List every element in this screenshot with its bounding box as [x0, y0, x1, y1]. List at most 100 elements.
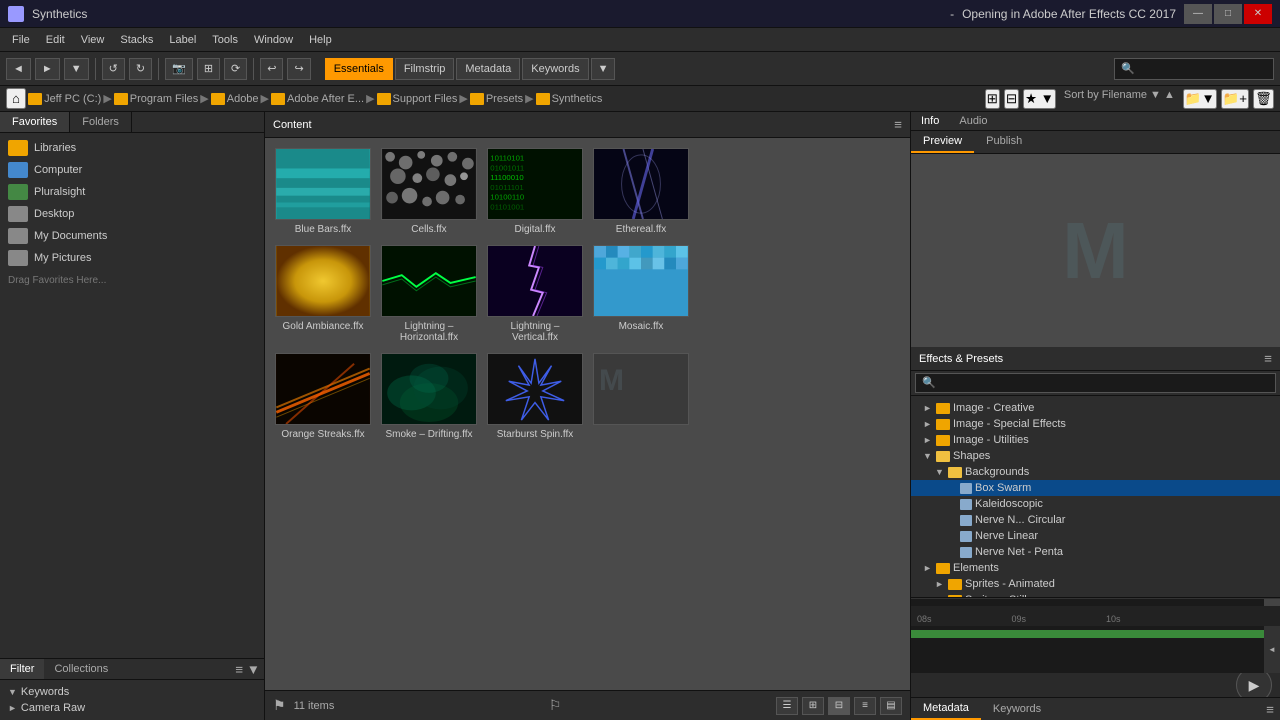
list-item[interactable]: Cells.ffx [381, 148, 477, 235]
view-thumb-button[interactable]: ⊟ [828, 697, 850, 715]
timeline-scrollbar[interactable]: ◄ [1264, 626, 1280, 673]
bc-aftereffects[interactable]: Adobe After E... [271, 93, 364, 105]
content-menu-button[interactable]: ≡ [894, 117, 902, 132]
tree-item-nerve-penta[interactable]: Nerve Net - Penta [911, 544, 1280, 560]
minimize-button[interactable]: — [1184, 4, 1212, 24]
menu-window[interactable]: Window [246, 32, 301, 48]
list-item[interactable]: Lightning – Vertical.ffx [487, 245, 583, 343]
rotate-cw-button[interactable]: ↻ [129, 58, 152, 80]
sidebar-item-libraries[interactable]: Libraries [0, 137, 264, 159]
bc-pc[interactable]: Jeff PC (C:) [28, 93, 101, 105]
star-filter-button[interactable]: ★ ▼ [1023, 89, 1056, 109]
metadata-menu-button[interactable]: ≡ [1266, 702, 1274, 717]
bc-programfiles[interactable]: Program Files [114, 93, 198, 105]
menu-label[interactable]: Label [161, 32, 204, 48]
view-options-button[interactable]: ⊟ [1004, 89, 1019, 109]
tab-collections[interactable]: Collections [44, 659, 118, 679]
tab-info[interactable]: Info [911, 112, 949, 130]
tab-folders[interactable]: Folders [70, 112, 132, 132]
filter-item-keywords[interactable]: ▼ Keywords [4, 684, 260, 700]
maximize-button[interactable]: □ [1214, 4, 1242, 24]
tree-item-nerve-circular[interactable]: Nerve N... Circular [911, 512, 1280, 528]
tree-item-shapes[interactable]: ▼ Shapes [911, 448, 1280, 464]
timeline-track[interactable]: ◄ [911, 626, 1280, 673]
new-folder-button[interactable]: 📁+ [1221, 89, 1249, 109]
stacks-button[interactable]: ⊞ [197, 58, 220, 80]
menu-edit[interactable]: Edit [38, 32, 73, 48]
list-item[interactable]: Mosaic.ffx [593, 245, 689, 343]
filter-item-cameraraw[interactable]: ► Camera Raw [4, 700, 260, 716]
filter-options-button[interactable]: ≡ ▼ [235, 662, 260, 677]
close-button[interactable]: ✕ [1244, 4, 1272, 24]
list-item[interactable]: Ethereal.ffx [593, 148, 689, 235]
undo-button[interactable]: ↩ [260, 58, 283, 80]
menu-help[interactable]: Help [301, 32, 340, 48]
list-item[interactable]: Orange Streaks.ffx [275, 353, 371, 440]
list-item[interactable]: Gold Ambiance.ffx [275, 245, 371, 343]
workspace-tab-essentials[interactable]: Essentials [325, 58, 393, 80]
delete-button[interactable]: 🗑 [1253, 89, 1274, 109]
bc-adobe[interactable]: Adobe [211, 93, 259, 105]
content-grid[interactable]: Blue Bars.ffx Cells.ffx 1011010101001011… [265, 138, 910, 690]
workspace-menu-button[interactable]: ▼ [591, 58, 616, 80]
effects-search-input[interactable] [915, 373, 1276, 393]
list-item[interactable]: Starburst Spin.ffx [487, 353, 583, 440]
tab-filter[interactable]: Filter [0, 659, 44, 679]
view-list-button[interactable]: ☰ [776, 697, 798, 715]
sidebar-item-pluralsight[interactable]: Pluralsight [0, 181, 264, 203]
effects-menu-button[interactable]: ≡ [1264, 351, 1272, 366]
forward-button[interactable]: ► [35, 58, 60, 80]
tree-item-image-creative[interactable]: ► Image - Creative [911, 400, 1280, 416]
list-item[interactable]: 1011010101001011111000100101110110100110… [487, 148, 583, 235]
workspace-tab-filmstrip[interactable]: Filmstrip [395, 58, 455, 80]
list-item[interactable]: Blue Bars.ffx [275, 148, 371, 235]
workspace-tab-keywords[interactable]: Keywords [522, 58, 588, 80]
tab-preview[interactable]: Preview [911, 131, 974, 153]
sidebar-item-computer[interactable]: Computer [0, 159, 264, 181]
tab-publish[interactable]: Publish [974, 131, 1034, 153]
bc-presets[interactable]: Presets [470, 93, 523, 105]
menu-file[interactable]: File [4, 32, 38, 48]
toolbar-separator-2 [158, 58, 159, 80]
folder-icon [936, 419, 950, 430]
tab-metadata[interactable]: Metadata [911, 698, 981, 720]
sidebar-item-mydocuments[interactable]: My Documents [0, 225, 264, 247]
redo-button[interactable]: ↪ [287, 58, 310, 80]
bc-synthetics[interactable]: Synthetics [536, 93, 603, 105]
menu-view[interactable]: View [73, 32, 113, 48]
bc-supportfiles[interactable]: Support Files [377, 93, 458, 105]
menu-stacks[interactable]: Stacks [112, 32, 161, 48]
rotate-button[interactable]: ↺ [102, 58, 125, 80]
tree-item-nerve-linear[interactable]: Nerve Linear [911, 528, 1280, 544]
tag-button[interactable]: ⚑ [273, 697, 286, 714]
open-camera-button[interactable]: 📷 [165, 58, 193, 80]
view-grid-button[interactable]: ⊞ [802, 697, 824, 715]
tree-item-box-swarm[interactable]: Box Swarm [911, 480, 1280, 496]
tree-item-image-special[interactable]: ► Image - Special Effects [911, 416, 1280, 432]
search-input[interactable] [1114, 58, 1274, 80]
tab-favorites[interactable]: Favorites [0, 112, 70, 132]
list-item[interactable]: Lightning – Horizontal.ffx [381, 245, 477, 343]
tab-keywords[interactable]: Keywords [981, 699, 1053, 719]
filter-flag-button[interactable]: ⚐ [549, 697, 562, 714]
menu-tools[interactable]: Tools [204, 32, 246, 48]
sidebar-item-mypictures[interactable]: My Pictures [0, 247, 264, 269]
tree-item-backgrounds[interactable]: ▼ Backgrounds [911, 464, 1280, 480]
home-button[interactable]: ⌂ [6, 88, 26, 109]
tree-item-image-utilities[interactable]: ► Image - Utilities [911, 432, 1280, 448]
tree-item-kaleidoscopic[interactable]: Kaleidoscopic [911, 496, 1280, 512]
view-detail-button[interactable]: ≡ [854, 697, 876, 715]
tree-item-elements[interactable]: ► Elements [911, 560, 1280, 576]
svg-text:01101001: 01101001 [490, 202, 524, 211]
back-button[interactable]: ◄ [6, 58, 31, 80]
tree-item-sprites-animated[interactable]: ► Sprites - Animated [911, 576, 1280, 592]
view-options-button[interactable]: ▤ [880, 697, 902, 715]
sidebar-item-desktop[interactable]: Desktop [0, 203, 264, 225]
tab-audio[interactable]: Audio [949, 112, 997, 130]
recent-button[interactable]: ▼ [64, 58, 89, 80]
grid-view-button[interactable]: ⊞ [985, 89, 1000, 109]
list-item[interactable]: Smoke – Drifting.ffx [381, 353, 477, 440]
folder-button[interactable]: 📁▼ [1183, 89, 1217, 109]
refresh-button[interactable]: ⟳ [224, 58, 247, 80]
workspace-tab-metadata[interactable]: Metadata [456, 58, 520, 80]
